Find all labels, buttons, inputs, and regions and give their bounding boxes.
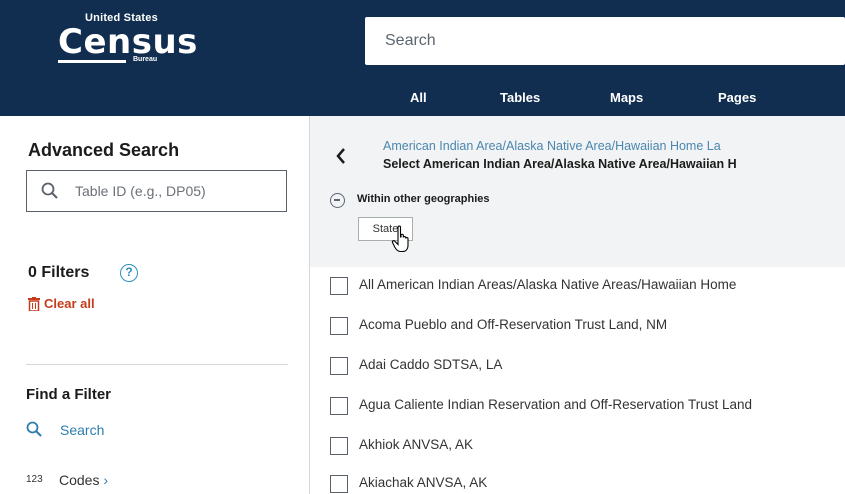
geography-subtitle: Select American Indian Area/Alaska Nativ… — [383, 157, 737, 171]
checkbox[interactable] — [330, 277, 348, 295]
list-item[interactable]: Akhiok ANVSA, AK — [310, 427, 845, 465]
result-type-tabs: All Tables Maps Pages — [0, 80, 845, 116]
logo-bottom-text: Bureau — [133, 56, 158, 63]
census-logo[interactable]: United States Census Bureau — [58, 12, 197, 68]
site-search-input[interactable] — [365, 17, 845, 65]
logo-name-text: Census — [58, 22, 198, 62]
clear-all-link[interactable]: Clear all — [44, 296, 95, 311]
search-icon — [41, 182, 58, 199]
tab-maps[interactable]: Maps — [610, 90, 643, 105]
hand-cursor-icon — [391, 225, 409, 253]
site-header: United States Census Bureau — [0, 0, 845, 80]
find-filter-title: Find a Filter — [26, 386, 112, 403]
list-item[interactable]: Adai Caddo SDTSA, LA — [310, 347, 845, 385]
chevron-right-icon: › — [103, 472, 109, 488]
tab-pages[interactable]: Pages — [718, 90, 756, 105]
checkbox[interactable] — [330, 357, 348, 375]
checkbox[interactable] — [330, 397, 348, 415]
collapse-icon[interactable] — [330, 193, 345, 208]
list-item[interactable]: Acoma Pueblo and Off-Reservation Trust L… — [310, 307, 845, 345]
list-item[interactable]: Akiachak ANVSA, AK — [310, 465, 845, 494]
filters-count: 0 Filters — [28, 264, 90, 281]
codes-icon: 123 — [26, 474, 43, 485]
logo-bar — [58, 60, 126, 63]
tab-all[interactable]: All — [410, 90, 427, 105]
list-item-label: Agua Caliente Indian Reservation and Off… — [359, 397, 752, 412]
advanced-search-sidebar: Advanced Search 0 Filters ? Clear all Fi… — [0, 116, 310, 494]
tab-tables[interactable]: Tables — [500, 90, 540, 105]
help-icon[interactable]: ? — [120, 264, 138, 282]
checkbox[interactable] — [330, 437, 348, 455]
list-item-label: All American Indian Areas/Alaska Native … — [359, 277, 737, 292]
codes-label: Codes — [59, 472, 100, 488]
checkbox[interactable] — [330, 317, 348, 335]
find-filter-search-link[interactable]: Search — [60, 422, 104, 438]
list-item-label: Akhiok ANVSA, AK — [359, 437, 474, 452]
chevron-left-icon[interactable] — [335, 147, 347, 165]
advanced-search-title: Advanced Search — [28, 140, 180, 160]
list-item[interactable]: All American Indian Areas/Alaska Native … — [310, 267, 845, 305]
list-item[interactable]: Agua Caliente Indian Reservation and Off… — [310, 387, 845, 425]
site-search-box[interactable] — [365, 17, 845, 65]
search-icon[interactable] — [26, 421, 42, 437]
table-id-input[interactable] — [75, 171, 275, 211]
list-item-label: Adai Caddo SDTSA, LA — [359, 357, 503, 372]
codes-filter-link[interactable]: Codes › — [59, 472, 108, 488]
within-geographies-label[interactable]: Within other geographies — [357, 193, 490, 205]
table-id-field[interactable] — [26, 170, 287, 212]
trash-icon[interactable] — [28, 297, 40, 311]
geography-breadcrumb[interactable]: American Indian Area/Alaska Native Area/… — [383, 139, 721, 153]
list-item-label: Acoma Pueblo and Off-Reservation Trust L… — [359, 317, 668, 332]
checkbox[interactable] — [330, 475, 348, 493]
list-item-label: Akiachak ANVSA, AK — [359, 475, 488, 490]
sidebar-divider — [26, 364, 288, 365]
